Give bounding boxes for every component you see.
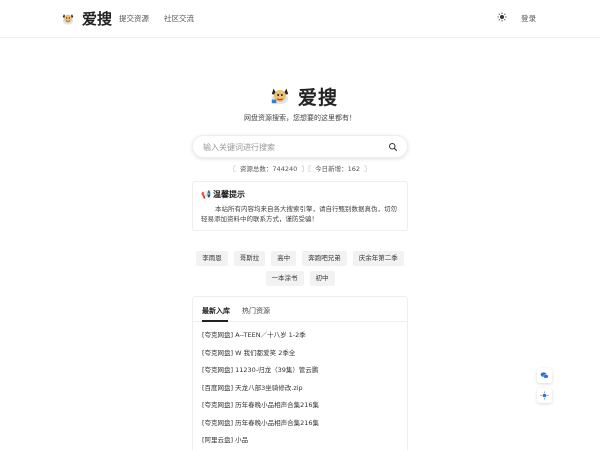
hot-tags-row: 一本涂书 初中 [0, 271, 600, 286]
hot-tag[interactable]: 奔跑吧兄弟 [302, 251, 347, 266]
tab-latest[interactable]: 最新入库 [202, 306, 230, 316]
notice-card: 📢 温馨提示 本站所有内容均来自各大搜索引擎，请自行甄别数据真伪，切勿轻易添加资料… [192, 181, 408, 231]
list-item[interactable]: [夸克网盘] W 我们都爱笑 2季全 [202, 348, 319, 366]
list-item[interactable]: [阿里云盘] 小品 [202, 435, 319, 450]
sun-icon [540, 391, 549, 400]
resource-list: [夸克网盘] A--TEEN／十八岁 1-2季 [夸克网盘] W 我们都爱笑 2… [202, 330, 319, 450]
hot-tag[interactable]: 初中 [309, 271, 335, 286]
list-item[interactable]: [夸克网盘] A--TEEN／十八岁 1-2季 [202, 330, 319, 348]
today-count: 今日新增：162 [315, 165, 361, 173]
active-tab-indicator [202, 320, 228, 322]
hot-tag[interactable]: 高中 [271, 251, 297, 266]
hot-tag[interactable]: 庆余年第二季 [352, 251, 404, 266]
notice-title: 📢 温馨提示 [201, 190, 245, 199]
list-item[interactable]: [夸克网盘] 历年春晚小品相声合集216集 [202, 418, 319, 436]
stats-line: 〖 资源总数：744240 〗〖 今日新增：162 〗 [229, 165, 371, 173]
logo-icon [271, 88, 289, 105]
search-box [192, 135, 408, 158]
logo-icon[interactable] [60, 10, 76, 26]
sun-icon[interactable] [496, 12, 508, 24]
nav-submit-resource[interactable]: 提交资源 [119, 13, 149, 24]
resource-panel: 最新入库 热门资源 [夸克网盘] A--TEEN／十八岁 1-2季 [夸克网盘]… [192, 296, 408, 450]
hot-tag[interactable]: 李雨恩 [196, 251, 228, 266]
search-input[interactable] [203, 141, 383, 154]
hot-tag[interactable]: 哥斯拉 [233, 251, 266, 266]
tab-popular[interactable]: 热门资源 [242, 306, 270, 316]
login-link[interactable]: 登录 [521, 13, 536, 24]
notice-body: 本站所有内容均来自各大搜索引擎，请自行甄别数据真伪，切勿轻易添加资料中的联系方式… [201, 205, 397, 223]
panel-tabs: 最新入库 热门资源 [193, 297, 407, 322]
hot-tags-row: 李雨恩 哥斯拉 高中 奔跑吧兄弟 庆余年第二季 [0, 251, 600, 266]
chat-icon [540, 372, 549, 379]
total-count: 资源总数：744240 [239, 165, 298, 173]
chat-button[interactable] [537, 368, 552, 383]
theme-toggle-button[interactable] [537, 388, 552, 403]
list-item[interactable]: [夸克网盘] 历年春晚小品相声合集216集 [202, 400, 319, 418]
nav-community[interactable]: 社区交流 [164, 13, 194, 24]
list-item[interactable]: [夸克网盘] 11230-归龙（39集）管云鹏 [202, 365, 319, 383]
search-icon[interactable] [388, 142, 398, 152]
brand-name[interactable]: 爱搜 [82, 8, 112, 29]
hero-subtitle: 网盘资源搜索，您想要的这里都有！ [244, 114, 356, 122]
hero-title: 爱搜 [298, 87, 339, 109]
hot-tag[interactable]: 一本涂书 [265, 271, 304, 286]
top-header: 爱搜 提交资源 社区交流 登录 [0, 0, 600, 38]
megaphone-icon: 📢 [201, 190, 211, 199]
list-item[interactable]: [百度网盘] 天龙八部3坐骑修改.zip [202, 383, 319, 401]
